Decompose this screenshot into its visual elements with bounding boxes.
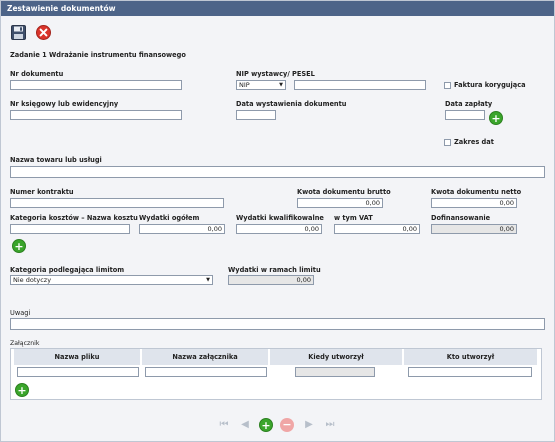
faktura-korygujaca-checkbox[interactable]: Faktura korygująca: [444, 81, 526, 89]
wydatki-ogolem-input[interactable]: 0,00: [139, 224, 225, 234]
wydatki-ogolem-label: Wydatki ogółem: [139, 214, 200, 222]
checkbox-box[interactable]: [444, 138, 451, 146]
numer-kontraktu-input[interactable]: [10, 198, 224, 208]
checkbox-box[interactable]: [444, 81, 451, 89]
data-wystawienia-input[interactable]: [236, 110, 276, 120]
close-icon[interactable]: [36, 25, 51, 40]
kategoria-limitom-label: Kategoria podlegająca limitom: [10, 266, 125, 274]
chevron-down-icon: ▼: [206, 276, 210, 283]
vat-input[interactable]: 0,00: [334, 224, 420, 234]
data-zaplaty-input[interactable]: [445, 110, 485, 120]
nr-dokumentu-input[interactable]: [10, 80, 182, 90]
kwota-netto-input[interactable]: 0,00: [431, 198, 517, 208]
column-header-kto-utworzyl[interactable]: Kto utworzył: [404, 349, 537, 365]
kwota-brutto-input[interactable]: 0,00: [297, 198, 383, 208]
uwagi-label: Uwagi: [10, 309, 31, 317]
nr-dokumentu-label: Nr dokumentu: [10, 70, 64, 78]
column-header-nazwa-zalacznika[interactable]: Nazwa załącznika: [142, 349, 270, 365]
uwagi-textarea[interactable]: [10, 318, 545, 330]
data-wystawienia-label: Data wystawienia dokumentu: [236, 100, 347, 108]
next-icon[interactable]: ▶: [302, 418, 316, 432]
add-cost-button[interactable]: +: [12, 239, 26, 253]
wydatki-kwalifikowalne-input[interactable]: 0,00: [236, 224, 322, 234]
vat-label: w tym VAT: [334, 214, 373, 222]
wydatki-limit-label: Wydatki w ramach limitu: [228, 266, 321, 274]
nr-ksiegowy-label: Nr księgowy lub ewidencyjny: [10, 100, 119, 108]
column-header-kiedy-utworzyl[interactable]: Kiedy utworzył: [270, 349, 404, 365]
kategoria-limitom-select[interactable]: Nie dotyczy ▼: [10, 275, 213, 285]
kwota-netto-label: Kwota dokumentu netto: [431, 188, 522, 196]
previous-icon[interactable]: ◀: [238, 418, 252, 432]
faktura-korygujaca-label: Faktura korygująca: [454, 81, 526, 89]
wydatki-limit-input: 0,00: [228, 275, 314, 285]
zakres-dat-label: Zakres dat: [454, 138, 494, 146]
data-zaplaty-label: Data zapłaty: [445, 100, 493, 108]
nazwa-towaru-label: Nazwa towaru lub usługi: [10, 156, 102, 164]
add-attachment-button[interactable]: +: [15, 383, 29, 397]
save-icon[interactable]: [11, 25, 26, 40]
nazwa-towaru-textarea[interactable]: [10, 166, 545, 178]
kiedy-utworzyl-input: [295, 367, 375, 377]
dofinansowanie-label: Dofinansowanie: [431, 214, 491, 222]
zakres-dat-checkbox[interactable]: Zakres dat: [444, 138, 494, 146]
nip-input[interactable]: [294, 80, 426, 90]
nazwa-zalacznika-input[interactable]: [145, 367, 267, 377]
add-date-button[interactable]: +: [489, 111, 503, 125]
wydatki-kwalifikowalne-label: Wydatki kwalifikowalne: [236, 214, 324, 222]
first-page-icon[interactable]: ⏮: [217, 418, 231, 432]
numer-kontraktu-label: Numer kontraktu: [10, 188, 74, 196]
nip-type-value: NIP: [239, 80, 250, 89]
nip-label: NIP wystawcy/ PESEL: [236, 70, 315, 78]
dofinansowanie-input: 0,00: [431, 224, 517, 234]
panel-title: Zestawienie dokumentów: [1, 1, 554, 16]
kwota-brutto-label: Kwota dokumentu brutto: [297, 188, 391, 196]
kategoria-limitom-value: Nie dotyczy: [13, 275, 52, 284]
last-page-icon[interactable]: ⏭: [323, 418, 337, 432]
attachment-label: Załącznik: [10, 340, 40, 347]
kto-utworzyl-input[interactable]: [408, 367, 532, 377]
task-title: Zadanie 1 Wdrażanie instrumentu finansow…: [10, 51, 186, 59]
kategoria-kosztow-input[interactable]: [10, 224, 130, 234]
add-document-button[interactable]: +: [259, 418, 273, 432]
column-header-nazwa-pliku[interactable]: Nazwa pliku: [14, 349, 142, 365]
kategoria-kosztow-label: Kategoria kosztów – Nazwa kosztu: [10, 214, 138, 222]
nr-ksiegowy-input[interactable]: [10, 110, 182, 120]
remove-document-button[interactable]: −: [280, 418, 294, 432]
nip-type-select[interactable]: NIP ▼: [236, 80, 286, 90]
chevron-down-icon: ▼: [279, 81, 283, 88]
nazwa-pliku-input[interactable]: [17, 367, 139, 377]
